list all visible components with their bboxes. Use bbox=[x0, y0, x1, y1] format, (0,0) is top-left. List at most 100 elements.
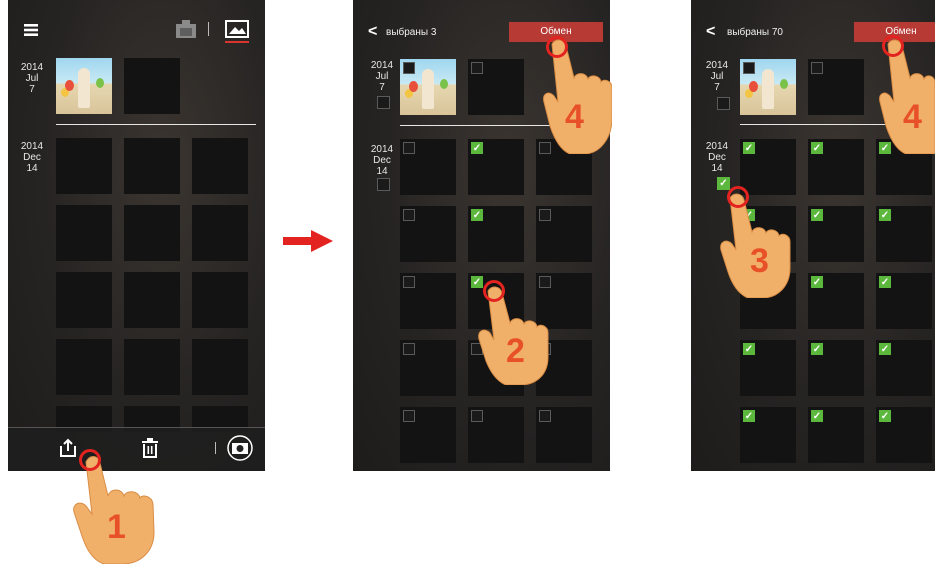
photo-checkbox-checked[interactable]: ✓ bbox=[811, 142, 823, 154]
photo-checkbox-checked[interactable]: ✓ bbox=[811, 343, 823, 355]
photo-thumbnail[interactable] bbox=[400, 407, 456, 463]
active-tab-indicator bbox=[225, 41, 249, 43]
photo-thumbnail[interactable] bbox=[192, 272, 248, 328]
camera-icon[interactable] bbox=[176, 20, 196, 38]
photo-thumbnail[interactable] bbox=[192, 339, 248, 395]
photo-thumbnail[interactable] bbox=[400, 273, 456, 329]
photo-checkbox-checked[interactable]: ✓ bbox=[743, 410, 755, 422]
photo-thumbnail[interactable]: ✓ bbox=[808, 139, 864, 195]
photo-thumbnail[interactable]: ✓ bbox=[876, 273, 932, 329]
photo-thumbnail[interactable] bbox=[56, 205, 112, 261]
photo-checkbox[interactable] bbox=[471, 410, 483, 422]
photo-thumbnail[interactable] bbox=[400, 340, 456, 396]
tab-divider bbox=[208, 22, 209, 36]
group-select-checkbox[interactable] bbox=[377, 178, 390, 191]
photo-thumbnail[interactable] bbox=[124, 205, 180, 261]
photo-thumbnail[interactable] bbox=[124, 272, 180, 328]
date-month: Dec bbox=[23, 152, 41, 163]
date-year: 2014 bbox=[370, 60, 394, 71]
photo-thumbnail[interactable]: ✓ bbox=[468, 139, 524, 195]
date-day: 7 bbox=[379, 82, 385, 93]
tutorial-stage: 2014 Jul 7 2014 Dec 14 1 < выбраны 3 Обм… bbox=[0, 0, 935, 564]
photo-checkbox[interactable] bbox=[403, 62, 415, 74]
photo-checkbox[interactable] bbox=[403, 343, 415, 355]
photo-checkbox[interactable] bbox=[471, 62, 483, 74]
date-month: Dec bbox=[373, 155, 391, 166]
arrow-right-icon bbox=[283, 230, 333, 252]
step-number-3: 3 bbox=[750, 242, 769, 280]
camera-switch-icon[interactable] bbox=[226, 435, 254, 461]
photo-checkbox-checked[interactable]: ✓ bbox=[811, 276, 823, 288]
date-month: Jul bbox=[710, 71, 724, 82]
photo-checkbox-checked[interactable]: ✓ bbox=[743, 142, 755, 154]
photo-thumbnail[interactable]: ✓ bbox=[740, 407, 796, 463]
date-day: 7 bbox=[29, 84, 35, 95]
photo-thumbnail[interactable] bbox=[536, 407, 592, 463]
group-select-checkbox-checked[interactable]: ✓ bbox=[717, 177, 730, 190]
photo-thumbnail[interactable]: ✓ bbox=[808, 340, 864, 396]
photo-checkbox-checked[interactable]: ✓ bbox=[471, 209, 483, 221]
photo-thumbnail[interactable]: ✓ bbox=[876, 340, 932, 396]
photo-checkbox-checked[interactable]: ✓ bbox=[811, 209, 823, 221]
group-select-checkbox[interactable] bbox=[717, 97, 730, 110]
group-date: 2014 Dec 14 bbox=[697, 141, 737, 174]
photo-checkbox[interactable] bbox=[811, 62, 823, 74]
photo-checkbox-checked[interactable]: ✓ bbox=[743, 343, 755, 355]
photo-thumbnail[interactable] bbox=[468, 407, 524, 463]
photo-checkbox-checked[interactable]: ✓ bbox=[811, 410, 823, 422]
photo-checkbox[interactable] bbox=[403, 142, 415, 154]
photo-thumbnail[interactable] bbox=[124, 138, 180, 194]
photo-thumbnail[interactable]: ✓ bbox=[876, 206, 932, 262]
photo-thumbnail[interactable] bbox=[56, 339, 112, 395]
photo-thumbnail[interactable] bbox=[192, 205, 248, 261]
photo-checkbox[interactable] bbox=[403, 410, 415, 422]
photo-checkbox-checked[interactable]: ✓ bbox=[879, 343, 891, 355]
photo-checkbox-checked[interactable]: ✓ bbox=[879, 276, 891, 288]
photo-thumbnail[interactable]: ✓ bbox=[808, 407, 864, 463]
photo-thumbnail[interactable]: ✓ bbox=[876, 407, 932, 463]
photo-thumbnail[interactable]: ✓ bbox=[808, 206, 864, 262]
photo-thumbnail[interactable] bbox=[56, 58, 112, 114]
back-button[interactable]: < bbox=[706, 23, 715, 41]
photo-thumbnail[interactable]: ✓ bbox=[740, 340, 796, 396]
photo-thumbnail[interactable]: ✓ bbox=[808, 273, 864, 329]
photo-thumbnail[interactable] bbox=[740, 59, 796, 115]
hamburger-icon[interactable] bbox=[24, 24, 38, 36]
photo-thumbnail[interactable] bbox=[808, 59, 864, 115]
photo-checkbox[interactable] bbox=[403, 209, 415, 221]
step-number-4: 4 bbox=[565, 98, 584, 136]
tap-indicator bbox=[483, 280, 505, 302]
top-bar bbox=[8, 0, 265, 46]
date-month: Jul bbox=[375, 71, 389, 82]
photo-checkbox-checked[interactable]: ✓ bbox=[471, 142, 483, 154]
photo-thumbnail[interactable] bbox=[536, 206, 592, 262]
photo-thumbnail[interactable] bbox=[124, 339, 180, 395]
photo-checkbox[interactable] bbox=[539, 410, 551, 422]
photo-thumbnail[interactable] bbox=[124, 58, 180, 114]
photo-checkbox[interactable] bbox=[539, 209, 551, 221]
group-select-checkbox[interactable] bbox=[377, 96, 390, 109]
photo-checkbox[interactable] bbox=[403, 276, 415, 288]
photo-checkbox[interactable] bbox=[743, 62, 755, 74]
back-button[interactable]: < bbox=[368, 23, 377, 41]
date-month: Dec bbox=[708, 152, 726, 163]
photo-thumbnail[interactable] bbox=[400, 59, 456, 115]
date-year: 2014 bbox=[20, 141, 44, 152]
photo-thumbnail[interactable]: ✓ bbox=[740, 139, 796, 195]
photo-thumbnail[interactable] bbox=[468, 59, 524, 115]
date-year: 2014 bbox=[370, 144, 394, 155]
gallery-icon[interactable] bbox=[225, 20, 249, 38]
photo-thumbnail[interactable] bbox=[56, 138, 112, 194]
date-year: 2014 bbox=[20, 62, 44, 73]
photo-thumbnail[interactable] bbox=[400, 139, 456, 195]
tap-indicator bbox=[546, 36, 568, 58]
photo-thumbnail[interactable]: ✓ bbox=[468, 206, 524, 262]
date-day: 14 bbox=[711, 163, 723, 174]
selection-count: выбраны 70 bbox=[727, 27, 783, 38]
photo-thumbnail[interactable] bbox=[400, 206, 456, 262]
photo-checkbox-checked[interactable]: ✓ bbox=[879, 209, 891, 221]
photo-checkbox-checked[interactable]: ✓ bbox=[879, 410, 891, 422]
photo-thumbnail[interactable] bbox=[56, 272, 112, 328]
date-day: 14 bbox=[26, 163, 38, 174]
photo-thumbnail[interactable] bbox=[192, 138, 248, 194]
